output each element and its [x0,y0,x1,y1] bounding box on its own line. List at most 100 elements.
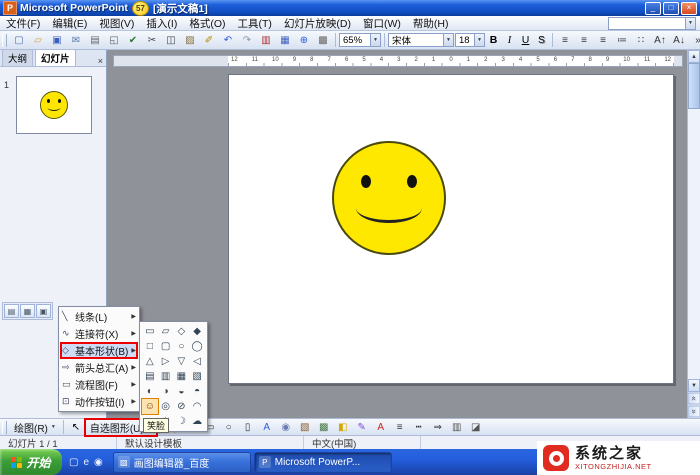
print-icon[interactable]: ▤ [86,31,104,49]
autoshapes-item-action-buttons[interactable]: ⊡ 动作按钮(I) ▶ [60,393,138,410]
align-right-icon[interactable]: ≡ [594,31,612,49]
shape-cell[interactable]: ▷ [158,354,174,369]
shape-cell[interactable]: ◒ [174,384,190,399]
scrollbar-track[interactable] [688,109,700,379]
smiley-face-shape[interactable] [332,141,446,255]
insert-hyperlink-icon[interactable]: ⊕ [295,31,313,49]
scroll-up-button[interactable]: ▲ [688,50,700,63]
pane-tab[interactable]: 幻灯片 [35,49,76,66]
shape-cell[interactable]: ▭ [142,324,158,339]
oval-icon[interactable]: ○ [220,418,238,436]
menu-item[interactable]: 编辑(E) [46,16,93,30]
insert-table-icon[interactable]: ▦ [276,31,294,49]
toolbar-grip[interactable] [2,33,7,47]
slide-canvas[interactable] [228,74,674,384]
menu-item[interactable]: 视图(V) [93,16,140,30]
threed-style-icon[interactable]: ◪ [467,418,485,436]
scroll-down-button[interactable]: ▼ [688,379,700,392]
slide-thumbnail[interactable] [16,76,92,134]
minimize-button[interactable]: _ [645,1,661,15]
autoshapes-item-basic-shapes[interactable]: ◇ 基本形状(B) ▶ [60,342,138,359]
decrease-font-size-icon[interactable]: A↓ [670,31,688,49]
save-icon[interactable]: ▣ [48,31,66,49]
paste-icon[interactable]: ▨ [181,31,199,49]
scrollbar-thumb[interactable] [688,63,700,109]
open-icon[interactable]: ▱ [29,31,47,49]
new-document-icon[interactable]: ▢ [10,31,28,49]
align-left-icon[interactable]: ≡ [556,31,574,49]
autoshapes-item-flowchart[interactable]: ▭ 流程图(F) ▶ [60,376,138,393]
autoshapes-item-block-arrows[interactable]: ⇨ 箭头总汇(A) ▶ [60,359,138,376]
font-color-icon[interactable]: A [372,418,390,436]
help-question-box[interactable]: ▼ [608,16,696,30]
insert-picture-icon[interactable]: ▩ [315,418,333,436]
shape-cell[interactable]: ▢ [158,339,174,354]
dash-style-icon[interactable]: ┅ [410,418,428,436]
shape-cell[interactable]: ◁ [189,354,205,369]
shape-cell[interactable]: ▥ [158,369,174,384]
numbering-icon[interactable]: ≔ [613,31,631,49]
shape-cell[interactable]: ◆ [189,324,205,339]
normal-view-icon[interactable]: ▤ [4,304,19,318]
autoshapes-item-lines[interactable]: ╲ 线条(L) ▶ [60,308,138,325]
line-color-icon[interactable]: ✎ [353,418,371,436]
shape-cell[interactable]: ◑ [158,384,174,399]
insert-chart-icon[interactable]: ▥ [257,31,275,49]
menu-item[interactable]: 窗口(W) [357,16,407,30]
arrow-style-icon[interactable]: ⇒ [429,418,447,436]
clip-art-icon[interactable]: ▧ [296,418,314,436]
vertical-scrollbar[interactable]: ▲ ▼ « » [687,50,700,418]
align-center-icon[interactable]: ≡ [575,31,593,49]
slideshow-view-icon[interactable]: ▣ [36,304,51,318]
copy-icon[interactable]: ◫ [162,31,180,49]
menu-item[interactable]: 工具(T) [232,16,278,30]
shape-cell[interactable]: ▧ [189,369,205,384]
taskbar-task-button[interactable]: ▨ 画图编辑器_百度 [112,451,251,473]
shape-cell[interactable]: △ [142,354,158,369]
diagram-icon[interactable]: ◉ [277,418,295,436]
previous-slide-button[interactable]: « [687,392,700,405]
font-size-combobox[interactable]: 18 ▼ [455,33,485,47]
shape-cell[interactable]: ▽ [174,354,190,369]
close-button[interactable]: × [681,1,697,15]
spelling-icon[interactable]: ✔ [124,31,142,49]
shape-cell[interactable]: ○ [174,339,190,354]
start-button[interactable]: 开始 [0,449,62,475]
shape-cell[interactable]: ◐ [142,384,158,399]
shape-cell[interactable]: ☺ [141,398,159,415]
menu-item[interactable]: 插入(I) [140,16,183,30]
wordart-icon[interactable]: A [258,418,276,436]
shape-cell[interactable]: ◎ [158,399,174,414]
select-objects-icon[interactable]: ↖ [67,418,85,436]
autoshapes-item-connectors[interactable]: ∿ 连接符(X) ▶ [60,325,138,342]
toolbar-options-icon[interactable]: » [689,31,700,49]
shape-cell[interactable]: ◇ [174,324,190,339]
undo-icon[interactable]: ↶ [219,31,237,49]
menu-item[interactable]: 幻灯片放映(D) [278,16,357,30]
print-preview-icon[interactable]: ◱ [105,31,123,49]
bullets-icon[interactable]: ∷ [632,31,650,49]
cut-icon[interactable]: ✂ [143,31,161,49]
shape-cell[interactable]: ▤ [142,369,158,384]
show-grid-icon[interactable]: ▩ [314,31,332,49]
shape-cell[interactable]: ◠ [189,399,205,414]
fill-color-icon[interactable]: ◧ [334,418,352,436]
menu-item[interactable]: 格式(O) [183,16,231,30]
text-box-icon[interactable]: ▯ [239,418,257,436]
maximize-button[interactable]: □ [663,1,679,15]
next-slide-button[interactable]: » [687,405,700,418]
text-shadow-button[interactable]: S [534,32,549,48]
shadow-style-icon[interactable]: ▥ [448,418,466,436]
close-pane-icon[interactable]: × [98,56,103,66]
italic-button[interactable]: I [502,32,517,48]
internet-explorer-icon[interactable]: e [83,457,89,468]
slide-sorter-view-icon[interactable]: ▦ [20,304,35,318]
shape-cell[interactable]: ▦ [174,369,190,384]
redo-icon[interactable]: ↷ [238,31,256,49]
menu-item[interactable]: 帮助(H) [407,16,455,30]
shape-cell[interactable]: ☽ [174,414,190,429]
shape-cell[interactable]: ☁ [189,414,205,429]
menu-item[interactable]: 文件(F) [0,16,46,30]
pane-tab[interactable]: 大纲 [2,49,34,66]
show-desktop-icon[interactable]: ▢ [69,457,78,468]
